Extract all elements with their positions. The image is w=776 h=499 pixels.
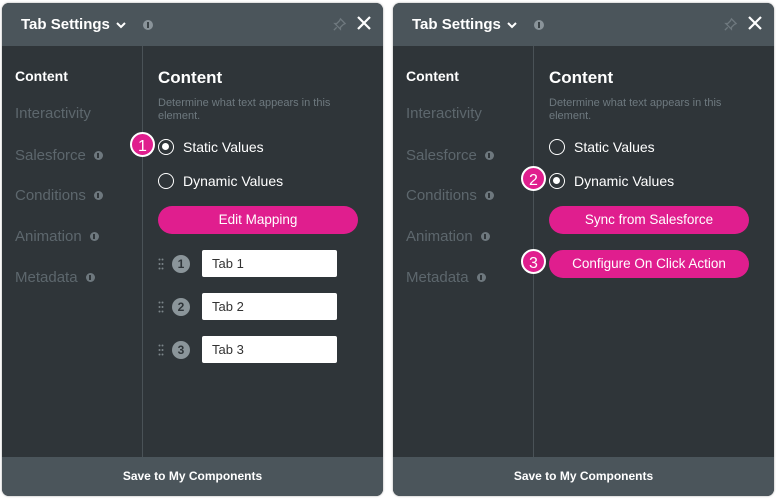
radio-button[interactable]: [549, 139, 565, 155]
tab-name-input[interactable]: Tab 2: [202, 293, 337, 320]
sidebar-item-animation[interactable]: Animation: [406, 228, 490, 245]
sidebar-item-salesforce[interactable]: Salesforce: [406, 147, 494, 164]
info-icon[interactable]: [142, 19, 153, 30]
tab-name-input[interactable]: Tab 3: [202, 336, 337, 363]
panel-header: Tab Settings: [2, 3, 383, 46]
sidebar-item-interactivity[interactable]: Interactivity: [15, 105, 91, 122]
tab-list-item[interactable]: 1 Tab 1: [158, 250, 337, 277]
sidebar-item-label: Metadata: [406, 269, 469, 286]
sidebar-item-label: Animation: [15, 228, 82, 245]
sidebar-item-conditions[interactable]: Conditions: [406, 187, 494, 204]
content-description: Determine what text appears in this elem…: [549, 97, 722, 122]
pin-icon[interactable]: [723, 17, 738, 32]
drag-handle-icon[interactable]: [158, 301, 164, 313]
sidebar-item-content[interactable]: Content: [406, 68, 459, 84]
info-icon: [85, 273, 95, 282]
step-callout-badge: 1: [130, 132, 155, 157]
save-to-my-components-button[interactable]: Save to My Components: [393, 457, 774, 496]
info-icon: [93, 191, 103, 200]
tab-index-badge: 2: [172, 297, 190, 316]
tab-settings-panel: Tab Settings Content Interactivity Sales…: [393, 3, 774, 496]
radio-static-values[interactable]: Static Values: [158, 139, 264, 155]
radio-label: Static Values: [183, 139, 264, 155]
sidebar-item-label: Animation: [406, 228, 473, 245]
drag-handle-icon[interactable]: [158, 344, 164, 356]
edit-mapping-button[interactable]: Edit Mapping: [158, 206, 358, 234]
tab-settings-panel: Tab Settings Content Interactivity Sales…: [2, 3, 383, 496]
sidebar-item-salesforce[interactable]: Salesforce: [15, 147, 103, 164]
radio-button[interactable]: [549, 173, 565, 189]
sidebar-item-label: Conditions: [15, 187, 86, 204]
info-icon: [89, 232, 99, 241]
sidebar-item-label: Content: [15, 68, 68, 84]
tab-list-item[interactable]: 2 Tab 2: [158, 293, 337, 320]
info-icon: [484, 151, 494, 160]
sync-from-salesforce-button[interactable]: Sync from Salesforce: [549, 206, 749, 234]
sidebar-item-label: Salesforce: [406, 147, 477, 164]
content-section: Content Determine what text appears in t…: [549, 46, 774, 457]
step-callout-badge: 2: [521, 166, 546, 191]
sidebar-item-label: Conditions: [406, 187, 477, 204]
sidebar-item-metadata[interactable]: Metadata: [15, 269, 95, 286]
info-icon: [93, 151, 103, 160]
sidebar-item-animation[interactable]: Animation: [15, 228, 99, 245]
sidebar-item-metadata[interactable]: Metadata: [406, 269, 486, 286]
info-icon: [480, 232, 490, 241]
radio-dynamic-values[interactable]: Dynamic Values: [549, 173, 674, 189]
content-section: Content Determine what text appears in t…: [158, 46, 383, 457]
sidebar-item-label: Interactivity: [406, 105, 482, 122]
sidebar-item-conditions[interactable]: Conditions: [15, 187, 103, 204]
panel-header: Tab Settings: [393, 3, 774, 46]
sidebar: Content Interactivity Salesforce Conditi…: [393, 46, 534, 457]
drag-handle-icon[interactable]: [158, 258, 164, 270]
sidebar: Content Interactivity Salesforce Conditi…: [2, 46, 143, 457]
pin-icon[interactable]: [332, 17, 347, 32]
content-heading: Content: [158, 68, 223, 87]
save-to-my-components-button[interactable]: Save to My Components: [2, 457, 383, 496]
sidebar-item-label: Content: [406, 68, 459, 84]
radio-button[interactable]: [158, 173, 174, 189]
sidebar-item-content[interactable]: Content: [15, 68, 68, 84]
tab-name-input[interactable]: Tab 1: [202, 250, 337, 277]
radio-button[interactable]: [158, 139, 174, 155]
tab-index-badge: 3: [172, 340, 190, 359]
panel-title: Tab Settings: [412, 16, 501, 33]
sidebar-item-label: Interactivity: [15, 105, 91, 122]
panel-title: Tab Settings: [21, 16, 110, 33]
radio-label: Dynamic Values: [183, 173, 284, 189]
tab-index-badge: 1: [172, 254, 190, 273]
info-icon: [484, 191, 494, 200]
radio-label: Dynamic Values: [574, 173, 675, 189]
radio-dynamic-values[interactable]: Dynamic Values: [158, 173, 283, 189]
tab-list-item[interactable]: 3 Tab 3: [158, 336, 337, 363]
content-heading: Content: [549, 68, 614, 87]
chevron-down-icon[interactable]: [115, 19, 127, 31]
content-description: Determine what text appears in this elem…: [158, 97, 331, 122]
info-icon[interactable]: [533, 19, 544, 30]
chevron-down-icon[interactable]: [506, 19, 518, 31]
radio-label: Static Values: [574, 139, 655, 155]
sidebar-item-interactivity[interactable]: Interactivity: [406, 105, 482, 122]
info-icon: [476, 273, 486, 282]
sidebar-item-label: Salesforce: [15, 147, 86, 164]
sidebar-item-label: Metadata: [15, 269, 78, 286]
step-callout-badge: 3: [521, 249, 546, 274]
close-icon[interactable]: [356, 15, 372, 31]
configure-on-click-action-button[interactable]: Configure On Click Action: [549, 250, 749, 278]
close-icon[interactable]: [747, 15, 763, 31]
radio-static-values[interactable]: Static Values: [549, 139, 655, 155]
